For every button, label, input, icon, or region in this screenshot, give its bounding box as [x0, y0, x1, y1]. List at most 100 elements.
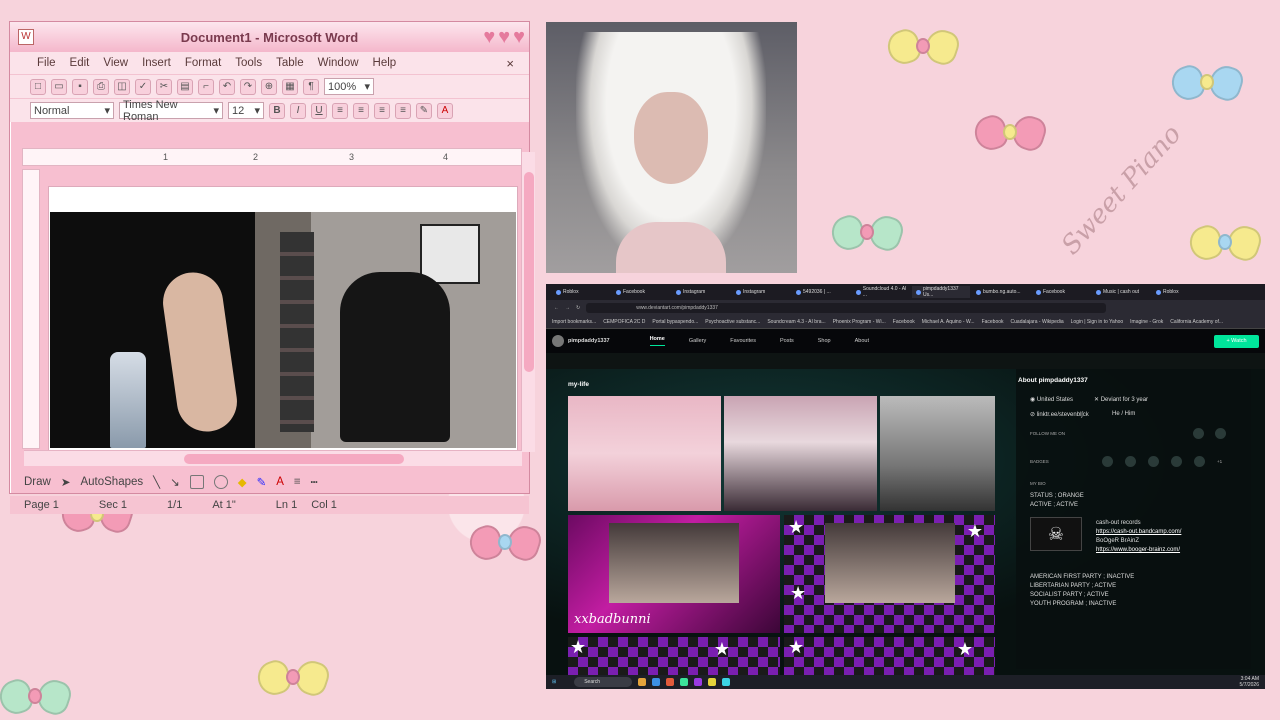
arrow-icon[interactable]: ↘ — [170, 475, 180, 489]
nav-shop[interactable]: Shop — [818, 338, 831, 344]
line-icon[interactable]: ╲ — [153, 475, 160, 489]
format-painter-icon[interactable]: ⌐ — [198, 78, 214, 95]
gallery-thumbnail[interactable]: ★ ★ ★ — [784, 515, 995, 633]
bookmark-item[interactable]: Michael A. Aquino - W... — [922, 319, 975, 325]
bookmark-item[interactable]: Portal bypaspendo... — [652, 319, 698, 325]
undo-icon[interactable]: ↶ — [219, 78, 235, 95]
taskbar-app-icon[interactable] — [638, 678, 647, 686]
bookmark-item[interactable]: Psychoactive substanc... — [705, 319, 760, 325]
profile-username[interactable]: pimpdaddy1337 — [568, 338, 610, 344]
forward-icon[interactable]: → — [565, 305, 570, 311]
browser-tab[interactable]: bumbo.ng.auto... — [972, 286, 1030, 298]
browser-window[interactable]: Roblox Facebook Instagram Instagram 5492036 … — [546, 284, 1265, 689]
menu-tools[interactable]: Tools — [228, 57, 269, 69]
bookmark-item[interactable]: Facebook — [893, 319, 915, 325]
word-window[interactable]: W Document1 - Microsoft Word ♥ ♥ ♥ File … — [9, 21, 535, 514]
badge-more[interactable]: +1 — [1217, 459, 1222, 464]
paste-icon[interactable]: ▤ — [177, 78, 193, 95]
open-folder-icon[interactable]: ▭ — [51, 78, 67, 95]
scroll-thumb[interactable] — [184, 454, 404, 464]
align-right-icon[interactable]: ≡ — [374, 102, 390, 119]
hyperlink-icon[interactable]: ⊕ — [261, 78, 277, 95]
reload-icon[interactable]: ↻ — [576, 305, 580, 311]
autoshapes-menu[interactable]: AutoShapes — [80, 476, 143, 488]
spelling-icon[interactable]: ✓ — [135, 78, 151, 95]
bookmark-item[interactable]: Soundcream 4.3 - AI bra... — [767, 319, 825, 325]
taskbar-app-icon[interactable] — [666, 678, 675, 686]
save-icon[interactable]: ▪ — [72, 78, 88, 95]
gallery-thumbnail[interactable]: ★ ★ — [568, 637, 780, 677]
nav-home[interactable]: Home — [649, 336, 665, 346]
bookmark-item[interactable]: Login | Sign in to Yahoo — [1071, 319, 1124, 325]
align-center-icon[interactable]: ≡ — [353, 102, 369, 119]
close-heart-icon[interactable]: ♥ — [513, 27, 525, 47]
minimize-heart-icon[interactable]: ♥ — [483, 27, 495, 47]
watch-button[interactable]: + Watch — [1214, 335, 1259, 348]
line-color-icon[interactable]: ✎ — [257, 475, 267, 489]
profile-link[interactable]: ⊘ linktr.ee/stevenblʃck — [1030, 411, 1089, 418]
show-hide-icon[interactable]: ¶ — [303, 78, 319, 95]
bookmark-item[interactable]: Facebook — [982, 319, 1004, 325]
bandcamp-link-text[interactable]: https://cash-out.bandcamp.com/ — [1096, 529, 1181, 535]
window-controls[interactable]: ♥ ♥ ♥ — [483, 27, 525, 47]
font-color-icon[interactable]: A — [437, 102, 453, 119]
back-icon[interactable]: ← — [554, 305, 559, 311]
taskbar-app-icon[interactable] — [652, 678, 661, 686]
bookmark-item[interactable]: California Academy of... — [1170, 319, 1223, 325]
taskbar-app-icon[interactable] — [694, 678, 703, 686]
bookmark-item[interactable]: Cuadalajara - Wikipedia — [1011, 319, 1064, 325]
oval-icon[interactable] — [213, 475, 228, 489]
browser-tab[interactable]: Roblox — [552, 286, 610, 298]
pointer-icon[interactable]: ➤ — [61, 475, 71, 489]
word-titlebar[interactable]: W Document1 - Microsoft Word ♥ ♥ ♥ — [10, 22, 529, 52]
cut-icon[interactable]: ✂ — [156, 78, 172, 95]
band-link-text[interactable]: https://www.booger-brainz.com/ — [1096, 547, 1180, 553]
gallery-thumbnail[interactable]: ★ ★ — [784, 637, 995, 677]
rectangle-icon[interactable] — [189, 475, 204, 489]
new-document-icon[interactable]: □ — [30, 78, 46, 95]
menu-view[interactable]: View — [96, 57, 135, 69]
nav-gallery[interactable]: Gallery — [689, 338, 706, 344]
nav-favourites[interactable]: Favourites — [730, 338, 756, 344]
dash-style-icon[interactable]: ┅ — [311, 475, 318, 489]
fill-color-icon[interactable]: ◆ — [238, 475, 247, 489]
align-left-icon[interactable]: ≡ — [332, 102, 348, 119]
document-close-icon[interactable]: × — [499, 56, 521, 71]
bookmark-item[interactable]: Import bookmarks... — [552, 319, 596, 325]
vertical-scrollbar[interactable] — [521, 152, 535, 452]
style-select[interactable]: Normal ▾ — [30, 102, 114, 119]
browser-tab[interactable]: Instagram — [732, 286, 790, 298]
band-link[interactable]: https://www.booger-brainz.com/ — [1096, 547, 1180, 553]
badge-icon[interactable] — [1125, 456, 1136, 467]
gallery-thumbnail[interactable] — [568, 396, 721, 511]
zoom-select[interactable]: 100% ▾ — [324, 78, 374, 95]
badge-icon[interactable] — [1171, 456, 1182, 467]
badge-icon[interactable] — [1102, 456, 1113, 467]
bookmark-item[interactable]: Imagine - Grok — [1130, 319, 1163, 325]
font-select[interactable]: Times New Roman ▾ — [119, 99, 223, 123]
underline-icon[interactable]: U — [311, 102, 327, 119]
bookmark-item[interactable]: Phoenix Program - Wi... — [833, 319, 886, 325]
menu-window[interactable]: Window — [311, 57, 366, 69]
browser-tab[interactable]: Facebook — [1032, 286, 1090, 298]
nav-about[interactable]: About — [855, 338, 869, 344]
social-icon[interactable] — [1193, 428, 1204, 439]
justify-icon[interactable]: ≡ — [395, 102, 411, 119]
line-style-icon[interactable]: ≡ — [294, 476, 301, 488]
menu-format[interactable]: Format — [178, 57, 228, 69]
start-icon[interactable]: ⊞ — [552, 679, 556, 685]
bookmark-item[interactable]: CEMPOFICA 2C D — [603, 319, 645, 325]
browser-tab[interactable]: Facebook — [612, 286, 670, 298]
menu-help[interactable]: Help — [366, 57, 404, 69]
tables-icon[interactable]: ▦ — [282, 78, 298, 95]
gallery-title[interactable]: my-life — [568, 381, 589, 388]
print-icon[interactable]: ⎙ — [93, 78, 109, 95]
highlight-icon[interactable]: ✎ — [416, 102, 432, 119]
social-icon[interactable] — [1215, 428, 1226, 439]
menu-insert[interactable]: Insert — [135, 57, 178, 69]
browser-tab[interactable]: Instagram — [672, 286, 730, 298]
horizontal-scrollbar[interactable] — [24, 450, 522, 466]
avatar[interactable] — [552, 335, 564, 347]
gallery-thumbnail[interactable] — [880, 396, 995, 511]
font-size-select[interactable]: 12 ▾ — [228, 102, 264, 119]
